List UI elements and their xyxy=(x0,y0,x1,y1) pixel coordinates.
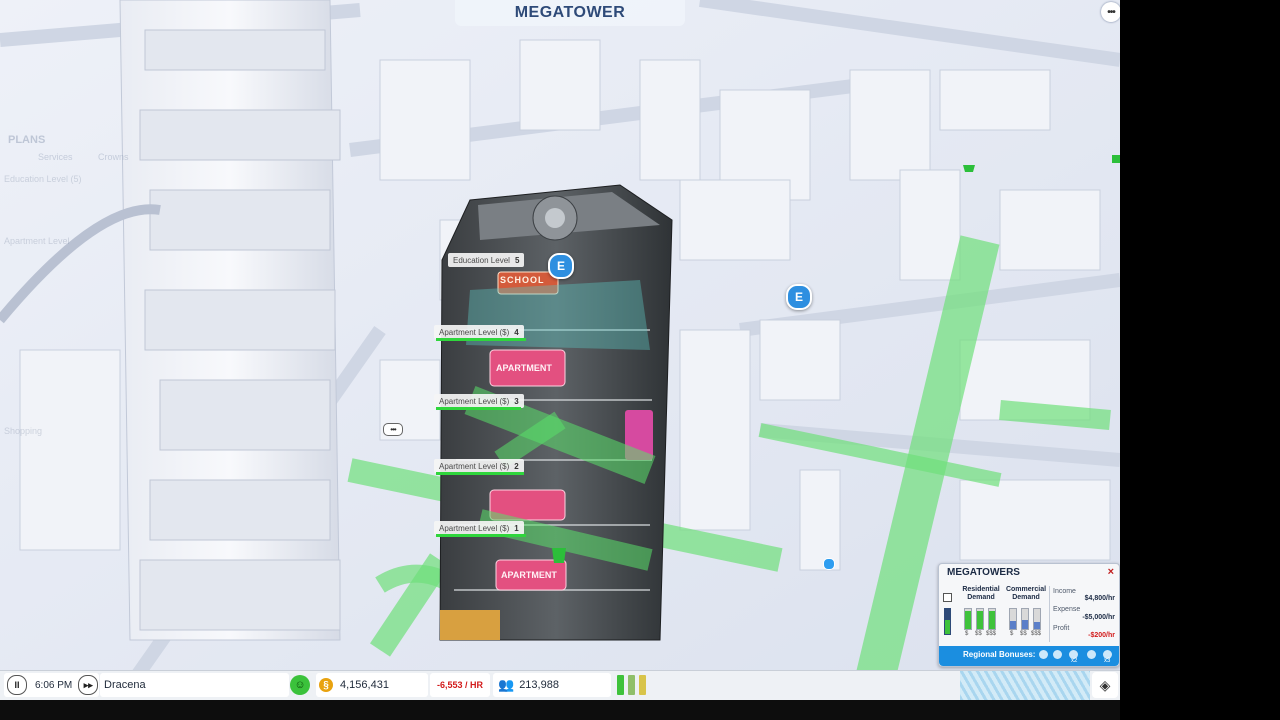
level-label-text: Apartment Level ($) xyxy=(439,396,510,406)
school-sign: SCHOOL xyxy=(500,275,545,285)
ghost-row: Education Level (5) xyxy=(4,174,82,184)
expense-value: -$5,000/hr xyxy=(1082,614,1115,621)
ghost-tab-services: Services xyxy=(38,152,73,162)
rci-residential-bar[interactable] xyxy=(617,675,624,695)
rci-industrial-bar[interactable] xyxy=(639,675,646,695)
funds-rate: -6,553 / HR xyxy=(436,680,484,690)
ghost-tab-crowns: Crowns xyxy=(98,152,129,162)
page-title: MEGATOWER xyxy=(514,4,626,21)
demand-tick: $$$ xyxy=(1031,631,1042,637)
education-pin-icon[interactable]: E xyxy=(548,253,574,279)
bonus-tree-icon[interactable] xyxy=(1053,650,1062,659)
level-number: 1 xyxy=(514,523,519,533)
commercial-demand-bar xyxy=(1009,608,1017,630)
level-label-apartment-4[interactable]: Apartment Level ($) 4 xyxy=(434,325,524,339)
income-label: Income xyxy=(1053,588,1076,595)
level-indicator-line xyxy=(436,407,521,410)
level-indicator-line xyxy=(436,472,524,475)
population-value: 213,988 xyxy=(519,679,559,691)
megatowers-panel: MEGATOWERS × Residential Demand Commerci… xyxy=(938,563,1120,667)
profit-value: -$200/hr xyxy=(1088,632,1115,639)
commercial-demand-label: Commercial Demand xyxy=(1005,586,1047,601)
speech-bubble-icon[interactable]: ••• xyxy=(383,423,403,436)
demand-tick: $ xyxy=(965,631,969,637)
level-number: 3 xyxy=(514,396,519,406)
residential-fill-high xyxy=(989,611,995,629)
fast-forward-icon[interactable]: ▸▸ xyxy=(78,675,99,695)
hex-pattern-decoration xyxy=(960,671,1090,700)
expense-label: Expense xyxy=(1053,606,1081,613)
residential-demand-label: Residential Demand xyxy=(962,586,1000,601)
bonus-count: x3 xyxy=(1104,658,1111,664)
regional-bonuses-bar[interactable]: Regional Bonuses: x2 x3 xyxy=(939,646,1119,666)
commercial-demand-bar xyxy=(1033,608,1041,630)
city-name: Dracena xyxy=(104,679,146,691)
faded-plans-panel: PLANS Services Crowns Education Level (5… xyxy=(0,130,150,590)
level-label-text: Education Level xyxy=(453,255,510,265)
residential-demand-bar xyxy=(964,608,972,630)
level-label-apartment-3[interactable]: Apartment Level ($) 3 xyxy=(434,394,524,408)
demand-tick: $$$ xyxy=(986,631,997,637)
smiley-icon[interactable]: ☺ xyxy=(290,675,310,695)
demand-tick: $$ xyxy=(1020,631,1027,637)
bonus-flag-icon[interactable] xyxy=(1087,650,1096,659)
commercial-demand-bar xyxy=(1021,608,1029,630)
bonus-globe-icon[interactable] xyxy=(1039,650,1048,659)
clock-time: 6:06 PM xyxy=(35,679,73,691)
right-letterbox xyxy=(1120,0,1280,720)
income-value: $4,800/hr xyxy=(1084,595,1115,602)
funds-value: 4,156,431 xyxy=(340,679,389,691)
rate-display[interactable]: -6,553 / HR xyxy=(430,673,490,697)
divider xyxy=(1049,586,1050,642)
time-controls: II 6:06 PM ▸▸ xyxy=(4,673,99,697)
close-icon[interactable]: × xyxy=(1108,566,1114,578)
game-viewport[interactable]: SCHOOL APARTMENT APARTMENT PLANS Service… xyxy=(0,0,1120,720)
ghost-row: Shopping xyxy=(4,426,43,436)
commercial-fill-high xyxy=(1034,622,1040,629)
residential-demand-bar xyxy=(988,608,996,630)
apartment-sign-lower: APARTMENT xyxy=(501,570,557,580)
megatowers-title: MEGATOWERS xyxy=(947,567,1020,578)
funds-display[interactable]: § 4,156,431 xyxy=(316,673,428,697)
ghost-panel-title: PLANS xyxy=(8,134,46,146)
level-label-text: Apartment Level ($) xyxy=(439,461,510,471)
pause-icon[interactable]: II xyxy=(7,675,27,695)
people-icon: 👥 xyxy=(498,677,515,692)
commercial-fill-low xyxy=(1010,621,1016,629)
ghost-row: Apartment Level xyxy=(4,236,70,246)
level-label-text: Apartment Level ($) xyxy=(439,523,510,533)
residential-demand-bar xyxy=(976,608,984,630)
city-name-field[interactable]: Dracena xyxy=(100,673,289,697)
battery-icon xyxy=(944,608,951,635)
square-icon xyxy=(943,593,952,602)
level-number: 4 xyxy=(514,327,519,337)
building-title-bar: MEGATOWER xyxy=(455,0,685,26)
simoleon-icon: § xyxy=(319,678,333,692)
level-label-apartment-2[interactable]: Apartment Level ($) 2 xyxy=(434,459,524,473)
apartment-sign: APARTMENT xyxy=(496,363,552,373)
level-label-apartment-1[interactable]: Apartment Level ($) 1 xyxy=(434,521,524,535)
regional-bonuses-label: Regional Bonuses: xyxy=(963,650,1036,659)
white-tower xyxy=(119,0,341,641)
profit-label: Profit xyxy=(1053,625,1070,632)
ellipsis-icon[interactable]: ••• xyxy=(1101,2,1120,22)
demand-tick: $ xyxy=(1010,631,1014,637)
level-number: 5 xyxy=(514,255,520,265)
level-label-text: Apartment Level ($) xyxy=(439,327,510,337)
level-label-education[interactable]: Education Level 5 xyxy=(448,253,525,267)
residential-fill-low xyxy=(965,611,971,629)
layers-icon[interactable]: ◈ xyxy=(1092,672,1118,698)
bottom-letterbox xyxy=(0,700,1120,720)
residential-fill-mid xyxy=(977,611,983,629)
demand-tick: $$ xyxy=(975,631,982,637)
level-number: 2 xyxy=(514,461,519,471)
location-dot-icon[interactable] xyxy=(823,558,835,570)
level-indicator-line xyxy=(436,534,526,537)
bonus-count: x2 xyxy=(1071,658,1078,664)
rci-commercial-bar[interactable] xyxy=(628,675,635,695)
population-display[interactable]: 👥 213,988 xyxy=(493,673,611,697)
commercial-fill-mid xyxy=(1022,620,1028,629)
education-pin-icon[interactable]: E xyxy=(786,284,812,310)
level-indicator-line xyxy=(436,338,526,341)
